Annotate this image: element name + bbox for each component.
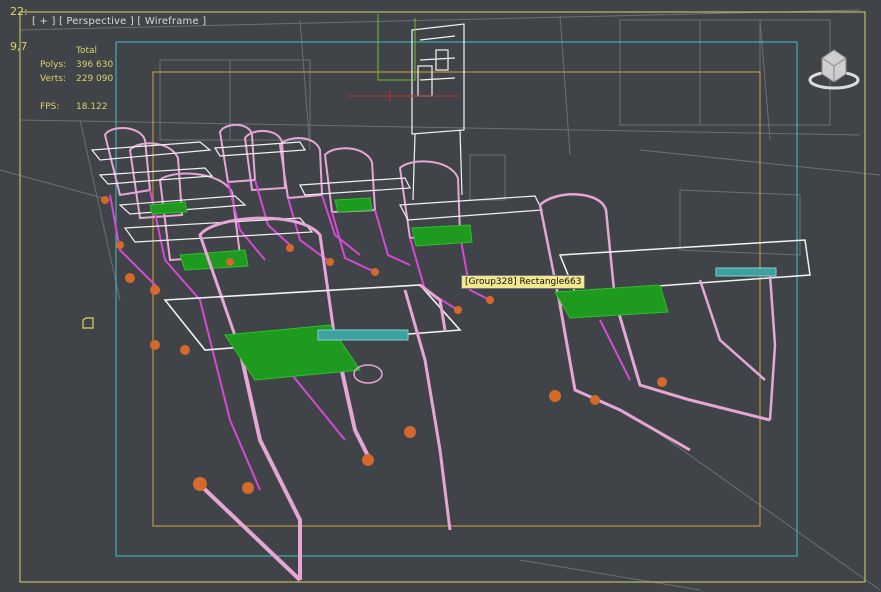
verts-label: Verts:	[40, 74, 66, 84]
polys-label: Polys:	[40, 60, 67, 70]
viewport-point-of-view[interactable]: [ Perspective ]	[59, 16, 134, 27]
verts-value: 229 090	[76, 74, 114, 84]
viewport-label[interactable]: [ + ] [ Perspective ] [ Wireframe ]	[32, 16, 206, 27]
selection-bracket-icon	[82, 314, 94, 329]
safe-frame-outer	[19, 11, 866, 583]
fps-value: 18.122	[76, 102, 108, 112]
stats-header: Total	[76, 46, 98, 56]
red-guide	[348, 90, 460, 102]
green-guide	[377, 14, 416, 81]
safe-frame-cyan	[115, 41, 798, 557]
statistics-overlay: Total Polys: 396 630 Verts: 229 090 FPS:…	[40, 44, 136, 114]
viewport-menu-plus[interactable]: [ + ]	[32, 16, 56, 27]
fps-label: FPS:	[40, 102, 60, 112]
viewport-shading-mode[interactable]: [ Wireframe ]	[137, 16, 206, 27]
chair-right	[538, 193, 811, 452]
viewcube-icon[interactable]	[806, 44, 862, 92]
object-tooltip: [Group328] Rectangle663	[461, 275, 586, 289]
polys-value: 396 630	[76, 60, 114, 70]
edge-number-top: 22:	[10, 5, 28, 18]
edge-number-side: 9,7	[10, 40, 28, 53]
perspective-viewport[interactable]: [ + ] [ Perspective ] [ Wireframe ] 22: …	[0, 0, 881, 592]
